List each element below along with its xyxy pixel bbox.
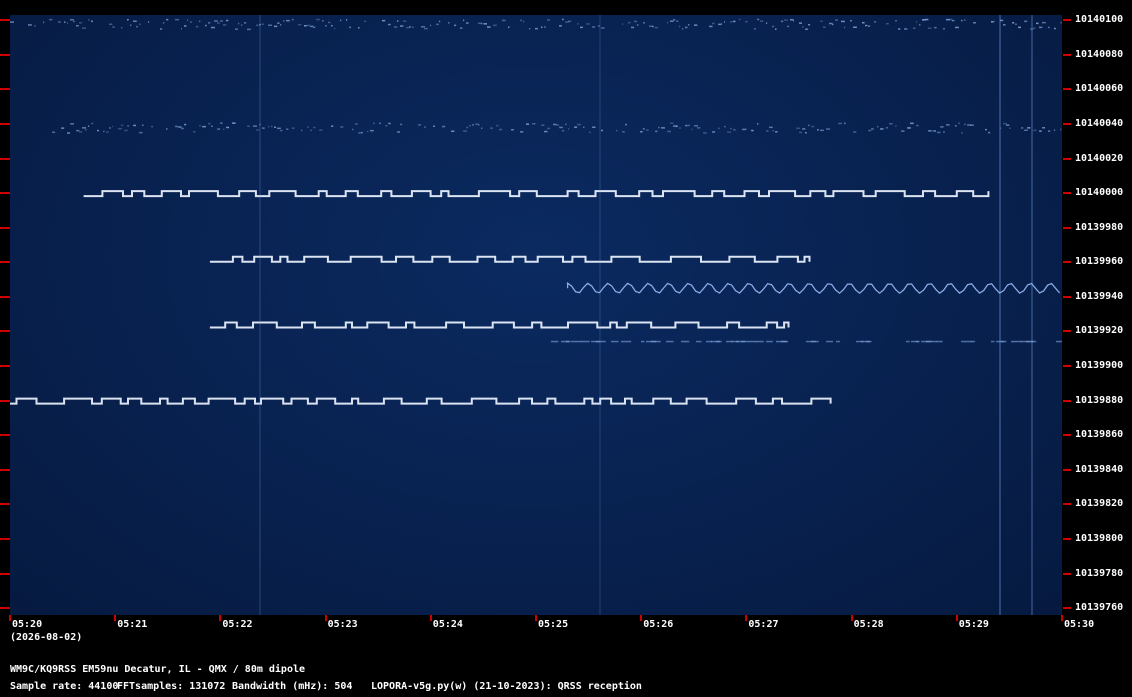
y-tick-left [0, 607, 10, 610]
y-tick-label: 10139760 [1075, 602, 1124, 614]
x-tick [850, 615, 853, 621]
x-tick [114, 615, 117, 621]
y-tick-right [1063, 607, 1071, 610]
y-tick-left [0, 88, 10, 91]
y-tick-label: 10139920 [1075, 325, 1124, 337]
x-tick [955, 615, 958, 621]
x-tick-label: 05:27 [748, 619, 779, 630]
y-tick-right [1063, 434, 1071, 437]
software-info: LOPORA-v5g.py(w) (21-10-2023): QRSS rece… [371, 681, 642, 692]
signal-trace [10, 397, 832, 405]
y-tick-right [1063, 399, 1071, 402]
signal-trace [52, 122, 1062, 134]
y-tick-left [0, 122, 10, 125]
y-tick-left [0, 365, 10, 367]
signal-trace [551, 340, 1062, 343]
y-tick-right [1063, 226, 1071, 229]
signal-trace [83, 190, 990, 198]
y-tick-right [1063, 295, 1071, 298]
y-tick-right [1063, 365, 1071, 367]
y-tick-right [1063, 330, 1071, 333]
y-tick-label: 10139980 [1075, 221, 1124, 233]
y-tick-right [1063, 572, 1071, 575]
x-tick [640, 615, 643, 621]
y-tick-right [1063, 88, 1071, 91]
y-tick-left [0, 537, 10, 540]
y-tick-left [0, 192, 10, 195]
spectrogram-plot [10, 15, 1062, 615]
y-tick-label: 10140100 [1075, 14, 1124, 26]
y-tick-label: 10139820 [1075, 498, 1124, 510]
y-tick-right [1063, 157, 1071, 160]
y-tick-left [0, 330, 10, 333]
y-tick-right [1063, 53, 1071, 56]
x-tick-label: 05:23 [327, 619, 358, 630]
y-tick-right [1063, 261, 1071, 264]
signal-trace [209, 255, 811, 263]
station-info: WM9C/KQ9RSS EM59nu Decatur, IL - QMX / 8… [10, 664, 306, 675]
x-tick-label: 05:20 [12, 619, 43, 630]
bandwidth: Bandwidth (mHz): 504 [232, 681, 353, 692]
x-tick-label: 05:28 [853, 619, 884, 630]
sample-rate: Sample rate: 44100 [10, 681, 119, 692]
y-tick-right [1063, 19, 1071, 22]
x-tick-label: 05:29 [958, 619, 989, 630]
y-tick-left [0, 468, 10, 471]
date-label: (2026-08-02) [10, 632, 83, 643]
x-tick-label: 05:25 [538, 619, 569, 630]
fft-samples: FFTsamples: 131072 [117, 681, 226, 692]
y-tick-right [1063, 192, 1071, 195]
x-tick [9, 615, 11, 621]
y-tick-right [1063, 122, 1071, 125]
y-tick-label: 10139960 [1075, 256, 1124, 268]
y-tick-left [0, 295, 10, 298]
x-tick [429, 615, 432, 621]
y-tick-left [0, 434, 10, 437]
y-tick-left [0, 226, 10, 229]
x-tick-label: 05:21 [117, 619, 148, 630]
x-tick-label: 05:30 [1064, 619, 1095, 630]
y-tick-label: 10140060 [1075, 83, 1124, 95]
y-tick-label: 10139800 [1075, 532, 1124, 544]
y-tick-right [1063, 468, 1071, 471]
y-tick-label: 10139880 [1075, 394, 1124, 406]
y-tick-right [1063, 537, 1071, 540]
y-tick-label: 10139840 [1075, 463, 1124, 475]
x-tick [745, 615, 748, 621]
signal-trace [566, 281, 1061, 295]
y-tick-left [0, 399, 10, 402]
x-tick-label: 05:22 [222, 619, 253, 630]
x-tick-label: 05:24 [432, 619, 463, 630]
y-tick-label: 10140020 [1075, 152, 1124, 164]
y-tick-label: 10139860 [1075, 429, 1124, 441]
y-tick-left [0, 157, 10, 160]
y-tick-label: 10140080 [1075, 48, 1124, 60]
x-tick-label: 05:26 [643, 619, 674, 630]
y-tick-left [0, 19, 10, 22]
y-tick-label: 10140040 [1075, 117, 1124, 129]
x-tick [1061, 615, 1063, 621]
y-tick-label: 10139780 [1075, 567, 1124, 579]
y-tick-left [0, 261, 10, 264]
y-tick-label: 10139940 [1075, 290, 1124, 302]
signal-trace [209, 321, 790, 329]
spectrogram-svg [10, 15, 1062, 615]
y-tick-left [0, 503, 10, 506]
y-tick-label: 10139900 [1075, 360, 1124, 371]
x-tick [324, 615, 327, 621]
y-tick-right [1063, 503, 1071, 506]
x-tick [219, 615, 222, 621]
signal-trace [10, 18, 1062, 31]
x-tick [535, 615, 537, 621]
y-tick-left [0, 53, 10, 56]
y-tick-left [0, 572, 10, 575]
y-tick-label: 10140000 [1075, 187, 1124, 199]
